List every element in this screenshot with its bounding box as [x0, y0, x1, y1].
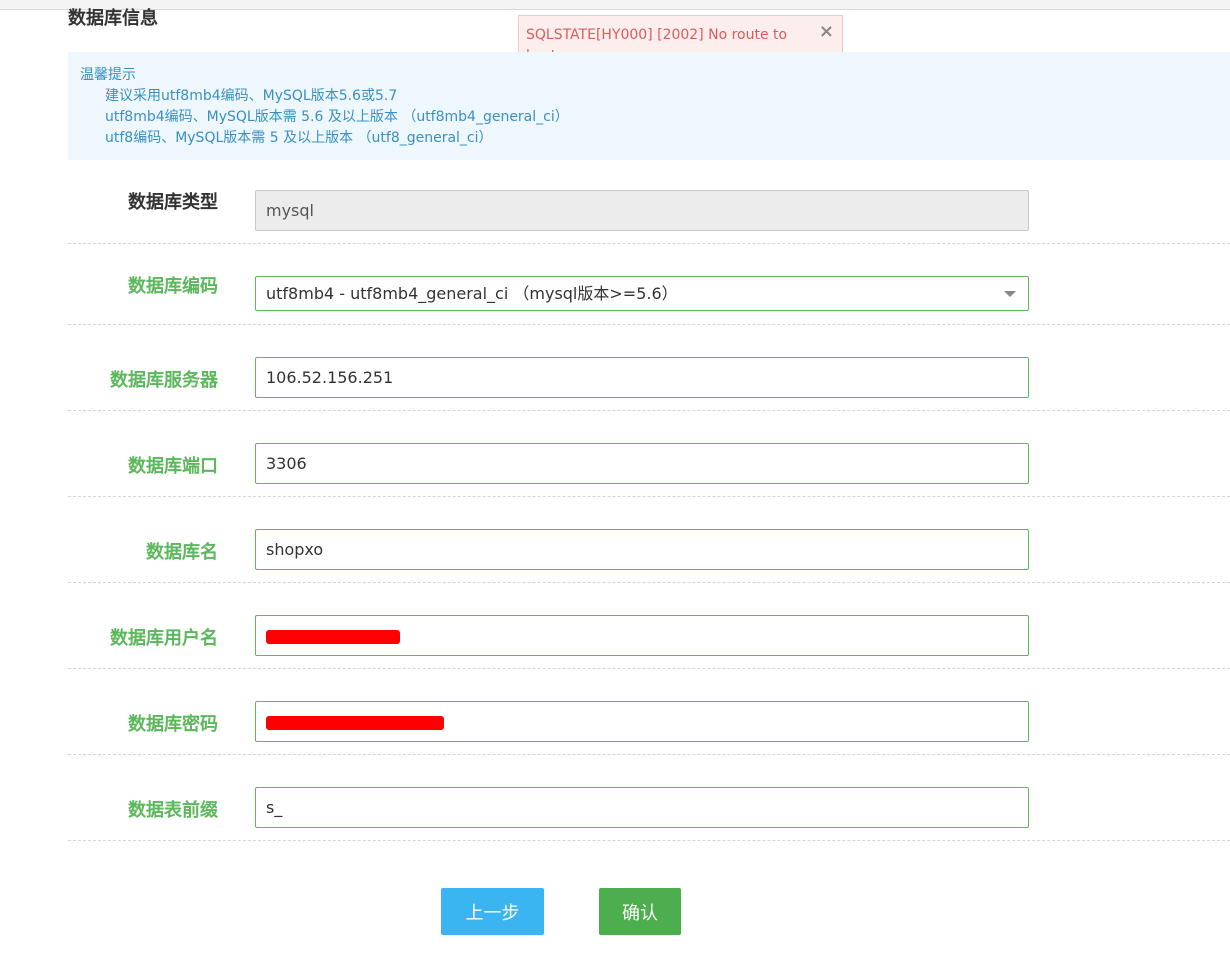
- form-row-db-pass: 数据库密码: [68, 669, 1230, 755]
- db-port-value: 3306: [266, 454, 307, 473]
- tip-line: utf8编码、MySQL版本需 5 及以上版本 （utf8_general_ci…: [105, 130, 493, 146]
- browser-top-strip: [0, 0, 1230, 10]
- prev-step-button[interactable]: 上一步: [441, 888, 544, 935]
- form-row-db-port: 数据库端口 3306: [68, 411, 1230, 497]
- redaction-mark: [266, 629, 400, 644]
- db-name-label: 数据库名: [146, 542, 218, 563]
- close-icon[interactable]: ×: [819, 21, 834, 43]
- db-charset-select[interactable]: utf8mb4 - utf8mb4_general_ci （mysql版本>=5…: [255, 276, 1029, 311]
- db-pass-input[interactable]: [255, 701, 1029, 742]
- db-prefix-value: s_: [266, 798, 283, 817]
- db-port-input[interactable]: 3306: [255, 443, 1029, 484]
- form-row-db-user: 数据库用户名: [68, 583, 1230, 669]
- db-host-value: 106.52.156.251: [266, 368, 394, 387]
- install-page: 数据库信息 SQLSTATE[HY000] [2002] No route to…: [0, 0, 1230, 955]
- form-row-db-type: 数据库类型 mysql: [68, 158, 1230, 244]
- db-prefix-label: 数据表前缀: [128, 800, 218, 821]
- form-row-db-charset: 数据库编码 utf8mb4 - utf8mb4_general_ci （mysq…: [68, 239, 1230, 325]
- db-pass-label: 数据库密码: [128, 714, 218, 735]
- db-type-label: 数据库类型: [128, 192, 218, 213]
- db-name-input[interactable]: shopxo: [255, 529, 1029, 570]
- redaction-mark: [266, 715, 444, 730]
- db-host-input[interactable]: 106.52.156.251: [255, 357, 1029, 398]
- form-row-db-host: 数据库服务器 106.52.156.251: [68, 325, 1230, 411]
- db-host-label: 数据库服务器: [110, 370, 218, 391]
- form-row-db-name: 数据库名 shopxo: [68, 497, 1230, 583]
- tip-line: utf8mb4编码、MySQL版本需 5.6 及以上版本 （utf8mb4_ge…: [105, 109, 569, 125]
- db-charset-label: 数据库编码: [128, 276, 218, 297]
- tip-line: 建议采用utf8mb4编码、MySQL版本5.6或5.7: [105, 88, 398, 104]
- db-type-field: mysql: [255, 190, 1029, 231]
- db-name-value: shopxo: [266, 540, 324, 559]
- db-user-label: 数据库用户名: [110, 628, 218, 649]
- tip-box: 温馨提示 建议采用utf8mb4编码、MySQL版本5.6或5.7 utf8mb…: [68, 52, 1230, 160]
- form-row-db-prefix: 数据表前缀 s_: [68, 755, 1230, 841]
- section-title: 数据库信息: [68, 8, 158, 29]
- db-port-label: 数据库端口: [128, 456, 218, 477]
- db-prefix-input[interactable]: s_: [255, 787, 1029, 828]
- db-user-input[interactable]: [255, 615, 1029, 656]
- confirm-button[interactable]: 确认: [599, 888, 681, 935]
- db-type-value: mysql: [266, 201, 314, 220]
- chevron-down-icon: [1004, 291, 1016, 297]
- db-charset-value: utf8mb4 - utf8mb4_general_ci （mysql版本>=5…: [266, 284, 678, 303]
- tip-title: 温馨提示: [80, 67, 136, 83]
